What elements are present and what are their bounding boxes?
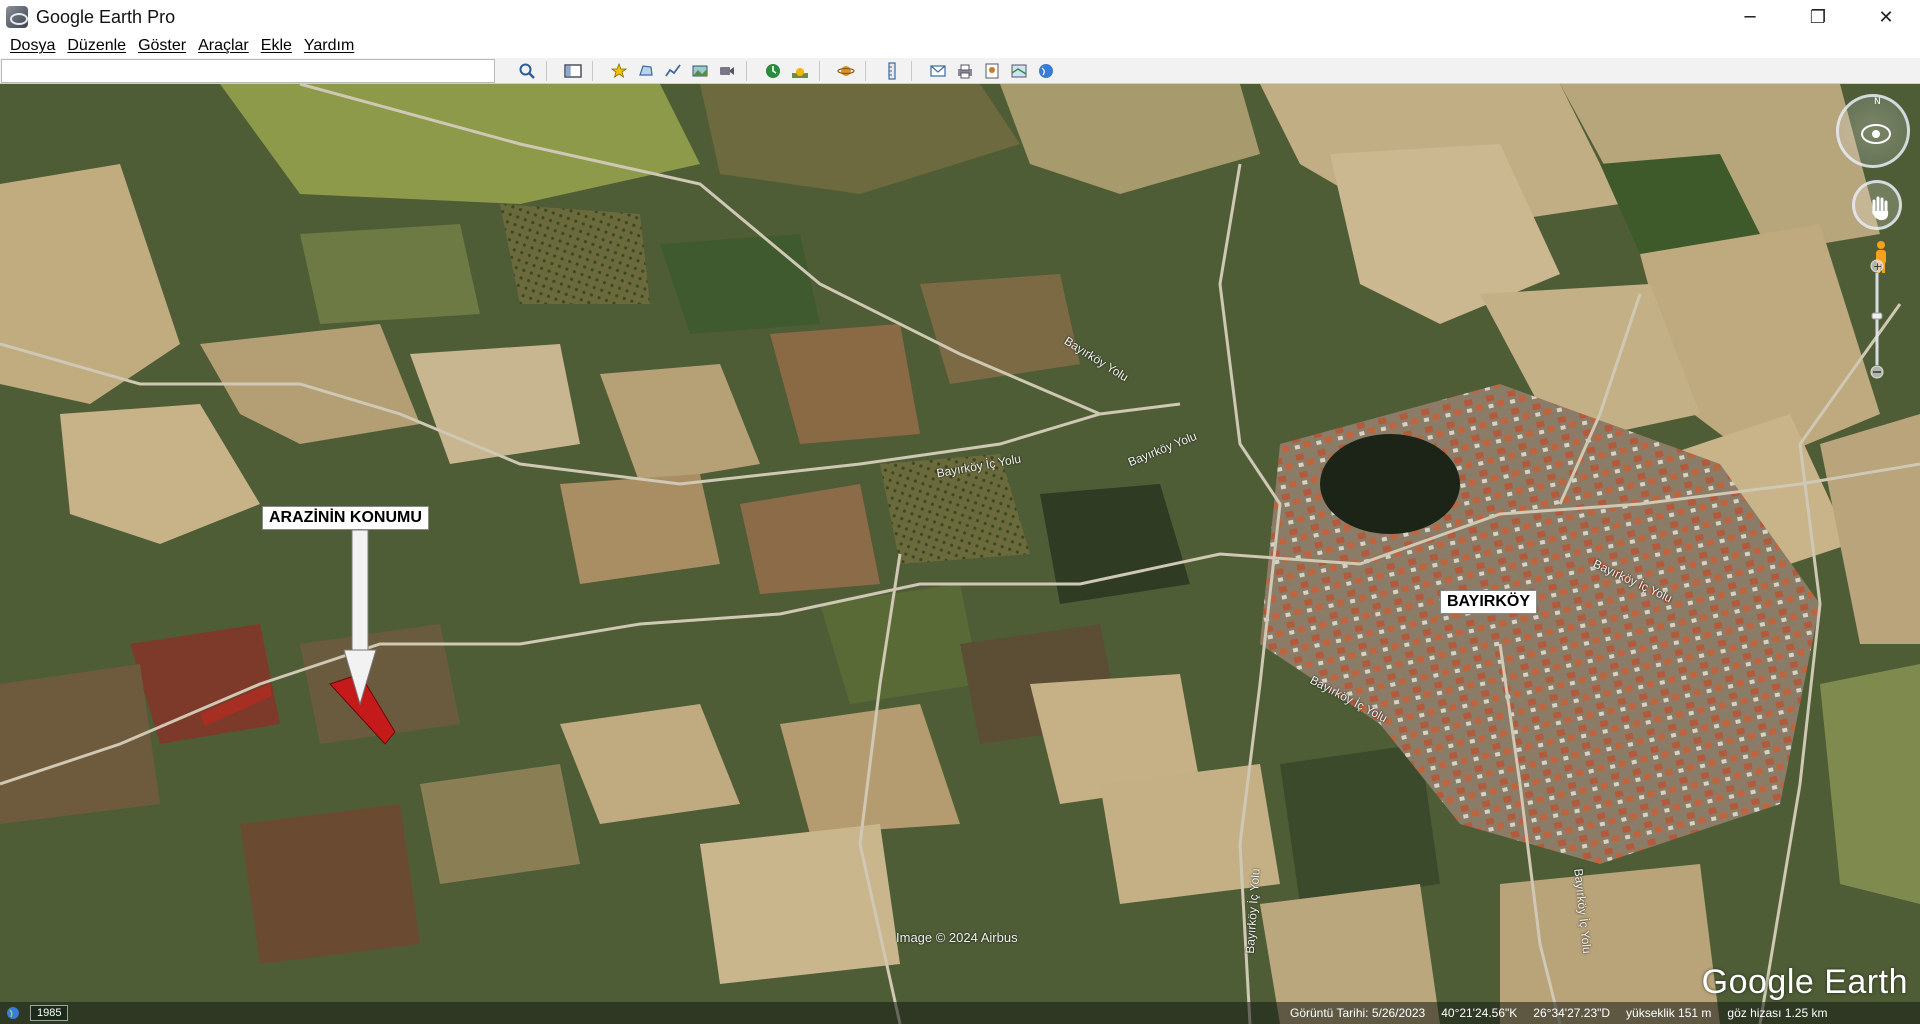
globe-icon[interactable] — [1035, 61, 1057, 81]
search-input[interactable] — [1, 58, 495, 83]
land-location-label: ARAZİNİN KONUMU — [262, 506, 429, 530]
elevation-readout: yükseklik 151 m — [1626, 1006, 1712, 1020]
email-icon[interactable] — [927, 61, 949, 81]
toolbar-separator — [546, 60, 547, 81]
status-bar: Görüntü Tarihi: 5/26/2023 40°21'24.56"K … — [0, 1002, 1920, 1024]
menu-bar: Dosya Düzenle Göster Araçlar Ekle Yardım — [0, 34, 1920, 58]
imagery-date: Görüntü Tarihi: 5/26/2023 — [1290, 1006, 1426, 1020]
toolbar-separator — [865, 60, 866, 81]
minimize-button[interactable]: ─ — [1716, 0, 1784, 34]
menu-ekle[interactable]: Ekle — [255, 37, 298, 55]
map-view[interactable]: ARAZİNİN KONUMU BAYIRKÖY Bayırköy Yolu B… — [0, 84, 1920, 1024]
maximize-button[interactable]: ❐ — [1784, 0, 1852, 34]
sidebar-toggle-icon[interactable] — [562, 61, 584, 81]
menu-duzenle[interactable]: Düzenle — [61, 37, 132, 55]
eye-altitude-readout: göz hizası 1.25 km — [1727, 1006, 1828, 1020]
historical-imagery-icon[interactable] — [762, 61, 784, 81]
view-in-maps-icon[interactable] — [1008, 61, 1030, 81]
toolbar-separator — [911, 60, 912, 81]
toolbar-separator — [592, 60, 593, 81]
window-controls: ─ ❐ ✕ — [1716, 0, 1920, 34]
zoom-slider[interactable]: + — [1870, 259, 1884, 379]
toolbar-separator — [819, 60, 820, 81]
satellite-imagery — [0, 84, 1920, 1024]
sunlight-icon[interactable] — [789, 61, 811, 81]
close-button[interactable]: ✕ — [1852, 0, 1920, 34]
menu-dosya[interactable]: Dosya — [4, 37, 61, 55]
historical-year-badge[interactable]: 1985 — [30, 1005, 69, 1021]
google-earth-logo: Google Earth — [1701, 963, 1908, 1001]
village-label: BAYIRKÖY — [1440, 590, 1537, 614]
latitude-readout: 40°21'24.56"K — [1441, 1006, 1518, 1020]
google-earth-app-icon — [6, 6, 28, 28]
save-image-icon[interactable] — [981, 61, 1003, 81]
imagery-attribution: Image © 2024 Airbus — [896, 930, 1018, 945]
print-icon[interactable] — [954, 61, 976, 81]
ruler-icon[interactable] — [881, 61, 903, 81]
menu-yardim[interactable]: Yardım — [298, 37, 360, 55]
add-placemark-icon[interactable] — [608, 61, 630, 81]
svg-text:N: N — [1874, 97, 1881, 107]
add-polygon-icon[interactable] — [635, 61, 657, 81]
add-path-icon[interactable] — [662, 61, 684, 81]
menu-goster[interactable]: Göster — [132, 37, 192, 55]
window-title: Google Earth Pro — [36, 6, 176, 27]
globe-status-icon — [7, 1007, 19, 1019]
add-image-overlay-icon[interactable] — [689, 61, 711, 81]
search-icon[interactable] — [516, 61, 538, 81]
switch-planet-icon[interactable] — [835, 61, 857, 81]
svg-text:+: + — [1873, 260, 1882, 273]
toolbar — [0, 58, 1920, 84]
longitude-readout: 26°34'27.23"D — [1533, 1006, 1611, 1020]
menu-araclar[interactable]: Araçlar — [192, 37, 255, 55]
hand-icon — [1872, 196, 1889, 221]
look-joystick[interactable]: N — [1836, 94, 1910, 168]
title-bar: Google Earth Pro ─ ❐ ✕ — [0, 0, 1920, 34]
eye-icon: N — [1861, 97, 1891, 144]
toolbar-separator — [746, 60, 747, 81]
move-joystick[interactable] — [1852, 180, 1902, 230]
record-tour-icon[interactable] — [716, 61, 738, 81]
